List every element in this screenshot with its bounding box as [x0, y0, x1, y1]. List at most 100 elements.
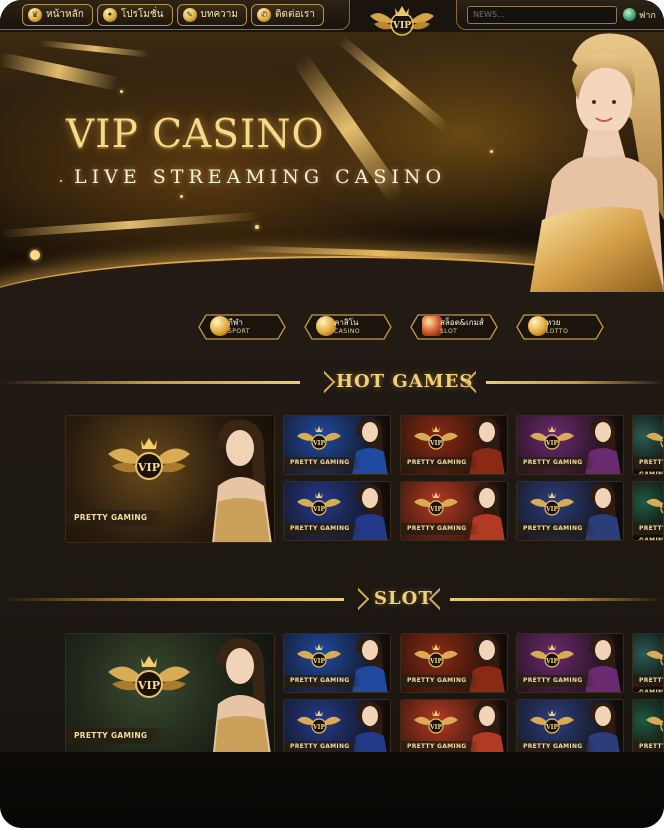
logo-text: VIP	[392, 21, 411, 31]
game-card[interactable]: VIPPRETTY GAMING	[400, 699, 508, 759]
vip-wings-logo: VIP	[530, 426, 574, 450]
category-casino-th: คาสิโน	[334, 318, 359, 327]
vip-wings-logo: VIP	[414, 710, 458, 734]
vip-wings-logo: VIP	[646, 498, 663, 514]
featured-game-card[interactable]: VIP PRETTY GAMING	[65, 415, 275, 543]
right-navigation: ฟาก	[456, 0, 664, 30]
hero-title: VIP CASINO	[66, 112, 325, 157]
vip-logo-text: VIP	[429, 658, 442, 665]
sparkle	[30, 250, 40, 260]
game-card[interactable]: VIPPRETTY GAMING	[283, 699, 391, 759]
category-sport-en: SPORT	[228, 328, 251, 335]
game-card[interactable]: VIP PRETTY GAMING	[632, 481, 664, 541]
vip-wings-logo: VIP	[108, 656, 190, 698]
vip-logo-text: VIP	[429, 506, 442, 513]
vip-wings-logo: VIP	[297, 426, 341, 450]
hot-games-grid: VIP PRETTY GAMING VIP PRETTY GAMING VIP PRETT…	[0, 415, 664, 545]
nav-home-label: หน้าหลัก	[46, 9, 84, 20]
light-beam	[0, 211, 260, 238]
provider-label: PRETTY GAMING	[401, 457, 479, 469]
globe-icon	[623, 8, 636, 21]
sparkle	[255, 225, 259, 229]
category-slot-en: SLOT	[440, 328, 458, 335]
provider-label: PRETTY GAMING	[633, 675, 663, 692]
game-card[interactable]: VIP PRETTY GAMING	[283, 633, 391, 693]
vip-logo-text: VIP	[545, 440, 558, 447]
game-card[interactable]: VIPPRETTY GAMING	[400, 415, 508, 475]
vip-logo-text: VIP	[545, 658, 558, 665]
divider-line	[0, 381, 300, 384]
category-lotto-en: LOTTO	[546, 328, 569, 335]
vip-wings-logo: VIP	[646, 650, 663, 666]
hot-games-title: HOT GAMES	[336, 371, 474, 392]
divider-ornament	[346, 587, 370, 611]
category-lotto-th: หวย	[546, 318, 561, 327]
vip-wings-logo: VIP	[414, 492, 458, 516]
language-selector[interactable]: ฟาก	[623, 8, 656, 22]
provider-label: PRETTY GAMING	[401, 675, 479, 687]
category-slot-th: สล็อต&เกมส์	[440, 318, 484, 327]
slot-machine-icon	[422, 316, 442, 336]
game-card[interactable]: VIPPRETTY GAMING	[516, 699, 624, 759]
hero-subtitle: LIVE STREAMING CASINO	[74, 166, 447, 188]
game-card[interactable]: VIP PRETTY GAMING	[400, 481, 508, 541]
casino-chip-icon	[316, 316, 336, 336]
divider-line	[486, 381, 664, 384]
main-navigation: ♛ หน้าหลัก ✦ โปรโมชั่น ✎ บทความ ✆ ติดต่อ…	[0, 0, 350, 30]
vip-logo-text: VIP	[137, 461, 160, 474]
game-card[interactable]: VIPPRETTY GAMING	[283, 481, 391, 541]
vip-wings-logo: VIP	[646, 432, 663, 448]
vip-wings-logo: VIP	[530, 710, 574, 734]
nav-articles-button[interactable]: ✎ บทความ	[176, 3, 247, 26]
vip-wings-logo: VIP	[108, 438, 190, 480]
category-slot-button[interactable]: สล็อต&เกมส์ SLOT	[410, 314, 498, 340]
hero-model-image	[530, 33, 664, 292]
category-sport-th: กีฬา	[228, 318, 243, 327]
vip-logo[interactable]: VIP	[366, 0, 438, 44]
provider-label: PRETTY GAMING	[633, 523, 663, 540]
vip-wings-logo: VIP	[646, 716, 663, 732]
top-bar: ♛ หน้าหลัก ✦ โปรโมชั่น ✎ บทความ ✆ ติดต่อ…	[0, 0, 664, 32]
bottom-footer-area	[0, 752, 664, 828]
lotto-balls-icon	[528, 316, 548, 336]
vip-logo-text: VIP	[312, 506, 325, 513]
category-sport-button[interactable]: กีฬา SPORT	[198, 314, 286, 340]
category-casino-button[interactable]: คาสิโน CASINO	[304, 314, 392, 340]
sport-chip-icon	[210, 316, 230, 336]
provider-label: PRETTY GAMING	[517, 457, 595, 469]
game-card[interactable]: VIP PRETTY GAMING	[283, 415, 391, 475]
provider-label: PRETTY GAMING	[401, 523, 479, 535]
vip-wings-logo: VIP	[297, 644, 341, 668]
game-card[interactable]: VIPPRETTY GAMING	[516, 633, 624, 693]
game-card[interactable]: VIP PRETTY GAMING	[516, 415, 624, 475]
home-trophy-icon: ♛	[28, 7, 42, 22]
vip-logo-text: VIP	[429, 724, 442, 731]
provider-label: PRETTY GAMING	[66, 728, 170, 744]
divider-ornament	[312, 370, 336, 394]
featured-game-card[interactable]: VIP PRETTY GAMING	[65, 633, 275, 761]
game-card[interactable]: VIP PRETTY GAMING	[516, 481, 624, 541]
dealer-model-image	[212, 419, 272, 542]
category-lotto-button[interactable]: หวย LOTTO	[516, 314, 604, 340]
provider-label: PRETTY GAMING	[284, 457, 362, 469]
nav-home-button[interactable]: ♛ หน้าหลัก	[22, 3, 93, 26]
provider-label: PRETTY GAMING	[284, 675, 362, 687]
category-bar: กีฬา SPORT คาสิโน CASINO สล็อต&เกมส์ SLOT ห…	[198, 314, 610, 342]
nav-promotion-button[interactable]: ✦ โปรโมชั่น	[96, 3, 173, 26]
vip-logo-text: VIP	[312, 440, 325, 447]
provider-label: PRETTY GAMING	[517, 523, 595, 535]
light-beam	[0, 52, 119, 91]
vip-logo-text: VIP	[312, 724, 325, 731]
sparkle	[60, 180, 62, 182]
news-input[interactable]	[467, 5, 617, 24]
light-beam	[39, 40, 150, 58]
chat-contact-icon: ✆	[256, 7, 271, 22]
game-card[interactable]: VIPPRETTY GAMING	[632, 699, 664, 759]
game-card[interactable]: VIP PRETTY GAMING	[400, 633, 508, 693]
nav-contact-button[interactable]: ✆ ติดต่อเรา	[250, 3, 324, 26]
game-card[interactable]: VIPPRETTY GAMING	[632, 415, 664, 475]
vip-wings-logo: VIP	[530, 492, 574, 516]
slot-grid: VIP PRETTY GAMING VIP PRETTY GAMING VIP PRETT…	[0, 633, 664, 763]
category-casino-en: CASINO	[334, 328, 361, 335]
game-card[interactable]: VIP PRETTY GAMING	[632, 633, 664, 693]
